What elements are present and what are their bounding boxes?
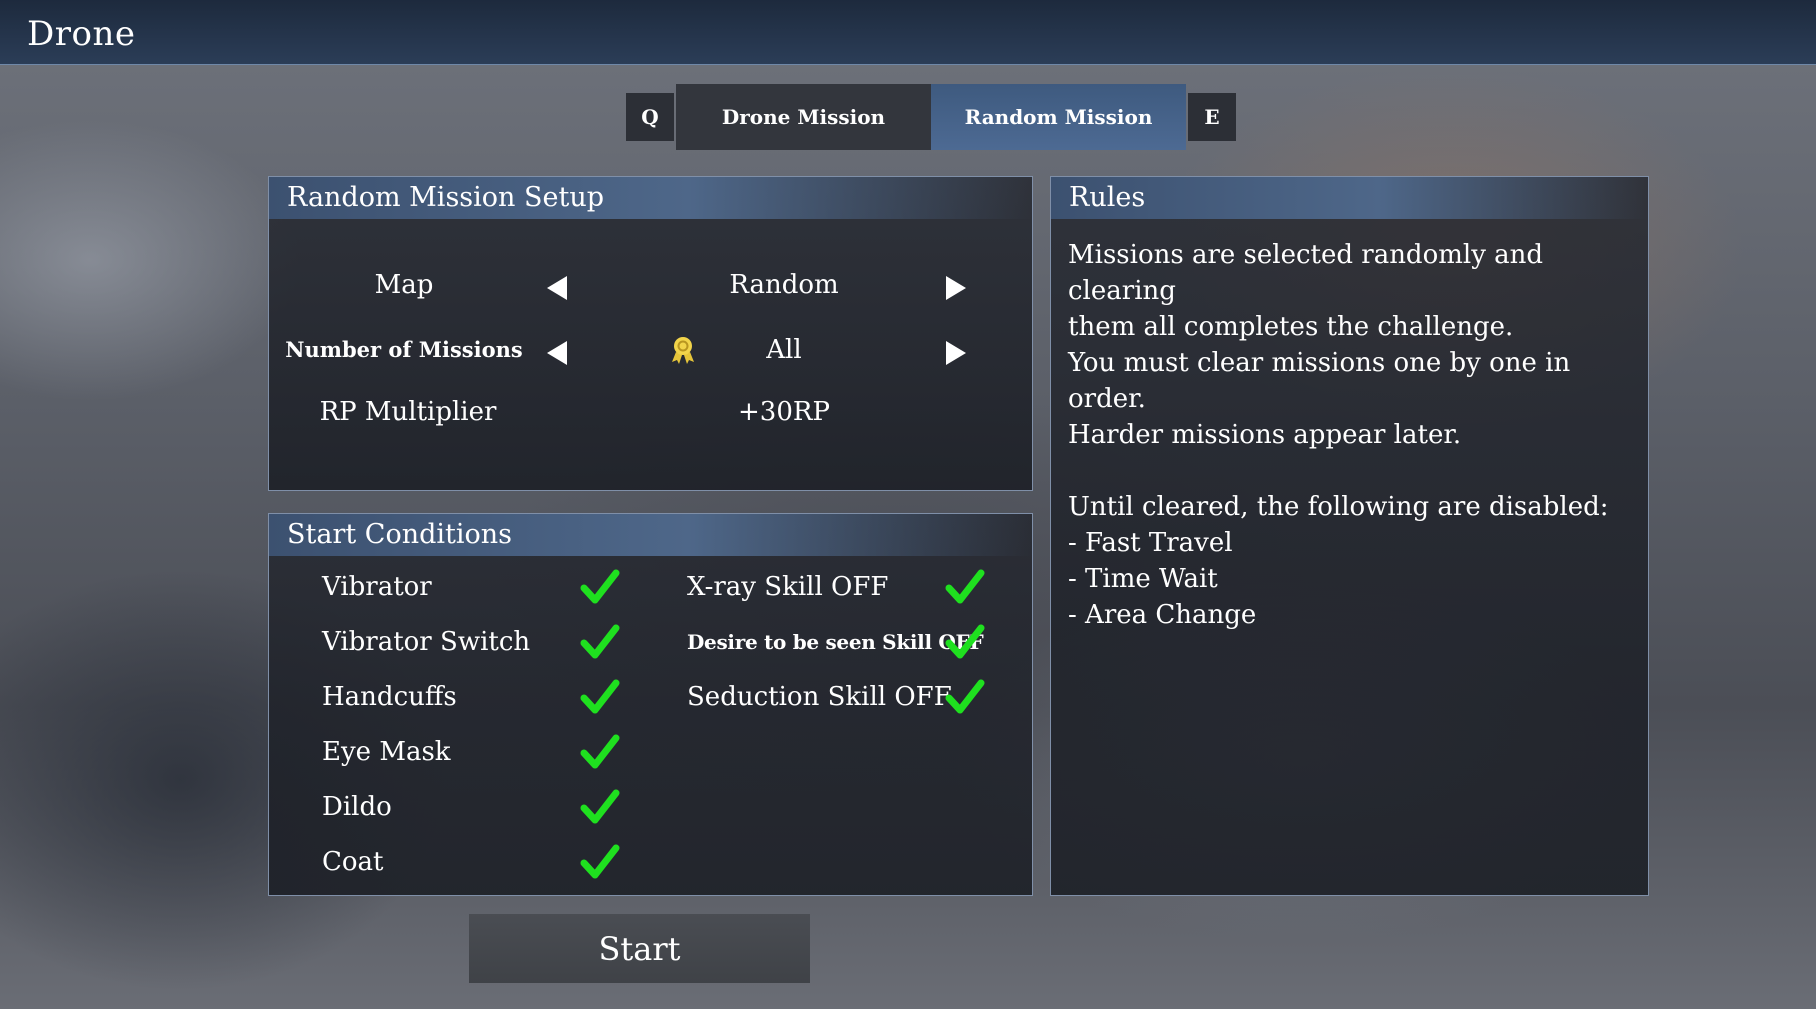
check-icon — [580, 679, 620, 714]
check-icon — [580, 569, 620, 604]
map-prev-arrow-icon[interactable] — [547, 276, 567, 300]
tab-drone-mission[interactable]: Drone Mission — [676, 84, 931, 150]
rules-line: them all completes the challenge. — [1068, 312, 1514, 342]
missions-label: Number of Missions — [285, 337, 523, 362]
start-conditions-panel: Start Conditions Vibrator Vibrator Switc… — [268, 513, 1033, 896]
missions-prev-arrow-icon[interactable] — [547, 341, 567, 365]
condition-seduction-skill-off: Seduction Skill OFF — [687, 682, 952, 712]
map-label: Map — [374, 270, 434, 300]
screen-title: Drone — [27, 14, 136, 54]
check-icon — [945, 624, 985, 659]
setup-header: Random Mission Setup — [269, 177, 1032, 219]
rules-line: Missions are selected randomly and clear… — [1068, 240, 1544, 306]
condition-xray-skill-off: X-ray Skill OFF — [687, 572, 889, 602]
rules-line: - Fast Travel — [1068, 528, 1233, 558]
rules-line — [1068, 453, 1638, 489]
next-tab-key[interactable]: E — [1188, 93, 1236, 141]
rp-value: +30RP — [738, 397, 830, 427]
check-icon — [580, 844, 620, 879]
check-icon — [580, 734, 620, 769]
rules-line: - Area Change — [1068, 600, 1257, 630]
setup-title: Random Mission Setup — [287, 182, 605, 213]
missions-row: Number of Missions All — [269, 335, 1032, 387]
start-button[interactable]: Start — [469, 914, 810, 983]
map-next-arrow-icon[interactable] — [946, 276, 966, 300]
missions-next-arrow-icon[interactable] — [946, 341, 966, 365]
rp-label: RP Multiplier — [319, 397, 497, 427]
rp-row: RP Multiplier +30RP — [269, 397, 1032, 447]
top-bar: Drone — [0, 0, 1816, 65]
check-icon — [945, 679, 985, 714]
check-icon — [580, 624, 620, 659]
condition-dildo: Dildo — [322, 792, 392, 822]
map-value: Random — [729, 270, 839, 300]
rules-line: Until cleared, the following are disable… — [1068, 492, 1609, 522]
prev-tab-key[interactable]: Q — [626, 93, 674, 141]
rules-header: Rules — [1051, 177, 1648, 219]
condition-desire-skill-off: Desire to be seen Skill OFF — [687, 630, 984, 654]
rules-panel: Rules Missions are selected randomly and… — [1050, 176, 1649, 896]
condition-vibrator-switch: Vibrator Switch — [322, 627, 531, 657]
rules-title: Rules — [1069, 182, 1146, 213]
conditions-header: Start Conditions — [269, 514, 1032, 556]
conditions-title: Start Conditions — [287, 519, 512, 550]
rules-line: Harder missions appear later. — [1068, 420, 1462, 450]
condition-handcuffs: Handcuffs — [322, 682, 457, 712]
condition-eye-mask: Eye Mask — [322, 737, 451, 767]
condition-coat: Coat — [322, 847, 384, 877]
check-icon — [945, 569, 985, 604]
check-icon — [580, 789, 620, 824]
rules-text: Missions are selected randomly and clear… — [1068, 237, 1638, 633]
map-row: Map Random — [269, 270, 1032, 322]
rules-line: You must clear missions one by one in or… — [1068, 348, 1571, 414]
tab-random-mission[interactable]: Random Mission — [931, 84, 1186, 150]
rules-line: - Time Wait — [1068, 564, 1218, 594]
missions-value: All — [766, 335, 802, 365]
condition-vibrator: Vibrator — [322, 572, 432, 602]
random-mission-setup-panel: Random Mission Setup Map Random Number o… — [268, 176, 1033, 491]
